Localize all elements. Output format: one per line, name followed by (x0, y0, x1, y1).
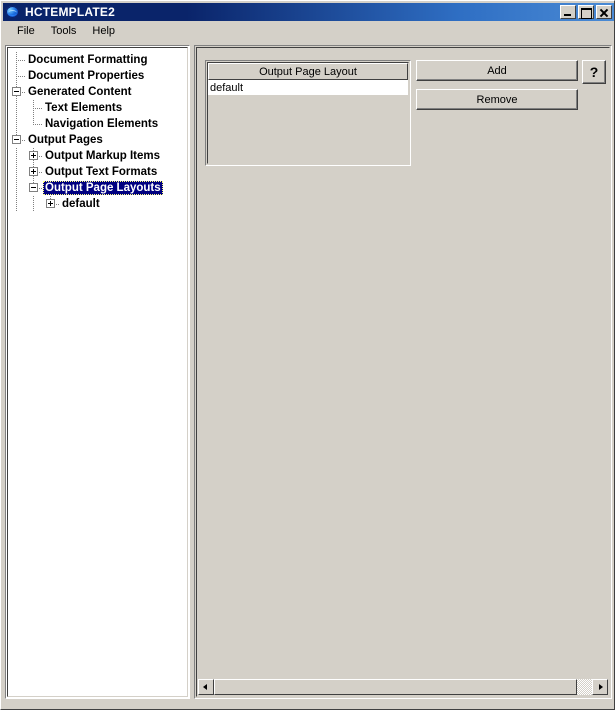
remove-button[interactable]: Remove (416, 89, 578, 110)
listbox-inner: Output Page Layout default (207, 62, 409, 164)
tree-item-label: Output Markup Items (45, 150, 161, 162)
collapse-icon[interactable] (12, 135, 21, 144)
expand-icon[interactable] (29, 151, 38, 160)
expand-icon[interactable] (29, 167, 38, 176)
content-panel: Output Page Layout default Add Remove ? (194, 45, 612, 699)
menu-item-file[interactable]: File (9, 24, 43, 39)
tree-item-label: Document Formatting (28, 54, 148, 66)
tree-panel: Document Formatting Document Properties Ge… (5, 45, 190, 699)
content-panel-inner: Output Page Layout default Add Remove ? (196, 47, 610, 697)
menu-item-help[interactable]: Help (84, 24, 123, 39)
tree-connector-lines (8, 116, 47, 132)
close-button[interactable] (596, 5, 612, 19)
tree-connector-lines (8, 148, 47, 164)
scrollbar-thumb[interactable] (214, 679, 577, 695)
tree-item-label: Document Properties (28, 70, 145, 82)
tree-item-label: Output Page Layouts (43, 181, 163, 195)
application-window: HCTEMPLATE2 File Tools Help Document For… (0, 0, 615, 710)
collapse-icon[interactable] (12, 87, 21, 96)
window-controls (560, 5, 612, 19)
tree-item-label: Navigation Elements (45, 118, 159, 130)
list-item[interactable]: default (208, 80, 408, 95)
tree-item-label: Text Elements (45, 102, 123, 114)
tree-item-navigation-elements[interactable]: Navigation Elements (8, 116, 187, 132)
tree-item-output-page-layouts[interactable]: Output Page Layouts (8, 180, 187, 196)
scroll-left-arrow-icon[interactable] (198, 679, 214, 695)
tree-item-label: default (62, 198, 100, 210)
tree-item-document-formatting[interactable]: Document Formatting (8, 52, 187, 68)
scrollbar-track[interactable] (214, 679, 592, 695)
tree-item-output-markup-items[interactable]: Output Markup Items (8, 148, 187, 164)
tree-item-output-text-formats[interactable]: Output Text Formats (8, 164, 187, 180)
menu-item-tools[interactable]: Tools (43, 24, 85, 39)
tree-item-default[interactable]: default (8, 196, 187, 212)
tree-view[interactable]: Document Formatting Document Properties Ge… (7, 47, 188, 697)
add-button[interactable]: Add (416, 60, 578, 81)
tree-item-label: Output Pages (28, 134, 103, 146)
minimize-button[interactable] (560, 5, 576, 19)
expand-icon[interactable] (46, 199, 55, 208)
globe-icon (5, 5, 21, 19)
help-button[interactable]: ? (582, 60, 606, 84)
horizontal-scrollbar[interactable] (198, 679, 608, 695)
tree-connector-lines (8, 196, 64, 212)
list-column-header[interactable]: Output Page Layout (208, 63, 408, 80)
tree-item-label: Generated Content (28, 86, 132, 98)
tree-connector-lines (8, 180, 47, 196)
output-page-layout-listbox[interactable]: Output Page Layout default (205, 60, 411, 166)
menu-bar: File Tools Help (3, 22, 614, 40)
tree-item-generated-content[interactable]: Generated Content (8, 84, 187, 100)
tree-item-document-properties[interactable]: Document Properties (8, 68, 187, 84)
tree-item-output-pages[interactable]: Output Pages (8, 132, 187, 148)
tree-connector-lines (8, 164, 47, 180)
collapse-icon[interactable] (29, 183, 38, 192)
tree-item-text-elements[interactable]: Text Elements (8, 100, 187, 116)
tree-item-label: Output Text Formats (45, 166, 158, 178)
window-title: HCTEMPLATE2 (25, 5, 115, 19)
maximize-button[interactable] (578, 5, 594, 19)
title-bar[interactable]: HCTEMPLATE2 (3, 3, 614, 21)
tree-connector-lines (8, 100, 47, 116)
scroll-right-arrow-icon[interactable] (592, 679, 608, 695)
